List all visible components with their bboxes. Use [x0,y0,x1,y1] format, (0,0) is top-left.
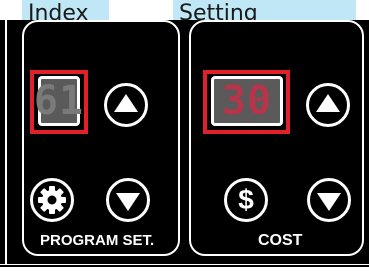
index-display: 61 [34,76,83,126]
cost-display-value: 30 [221,78,273,124]
panel-left-edge [5,20,7,264]
program-up-button[interactable] [104,83,148,127]
cost-label: COST [258,232,303,249]
cost-up-button[interactable] [306,83,350,127]
cost-display: 30 [211,76,283,126]
cost-button[interactable]: $ [224,178,268,222]
down-arrow-icon [116,193,140,211]
cost-group [189,20,364,256]
program-down-button[interactable] [106,178,150,222]
program-set-button[interactable] [30,178,74,222]
dollar-icon: $ [238,184,254,215]
index-display-value: 61 [33,78,85,124]
cost-down-button[interactable] [307,178,351,222]
panel-bottom-border [0,265,369,267]
gear-icon [38,186,66,214]
down-arrow-icon [317,193,341,211]
up-arrow-icon [316,94,340,112]
up-arrow-icon [114,94,138,112]
program-set-label: PROGRAM SET. [40,232,155,249]
